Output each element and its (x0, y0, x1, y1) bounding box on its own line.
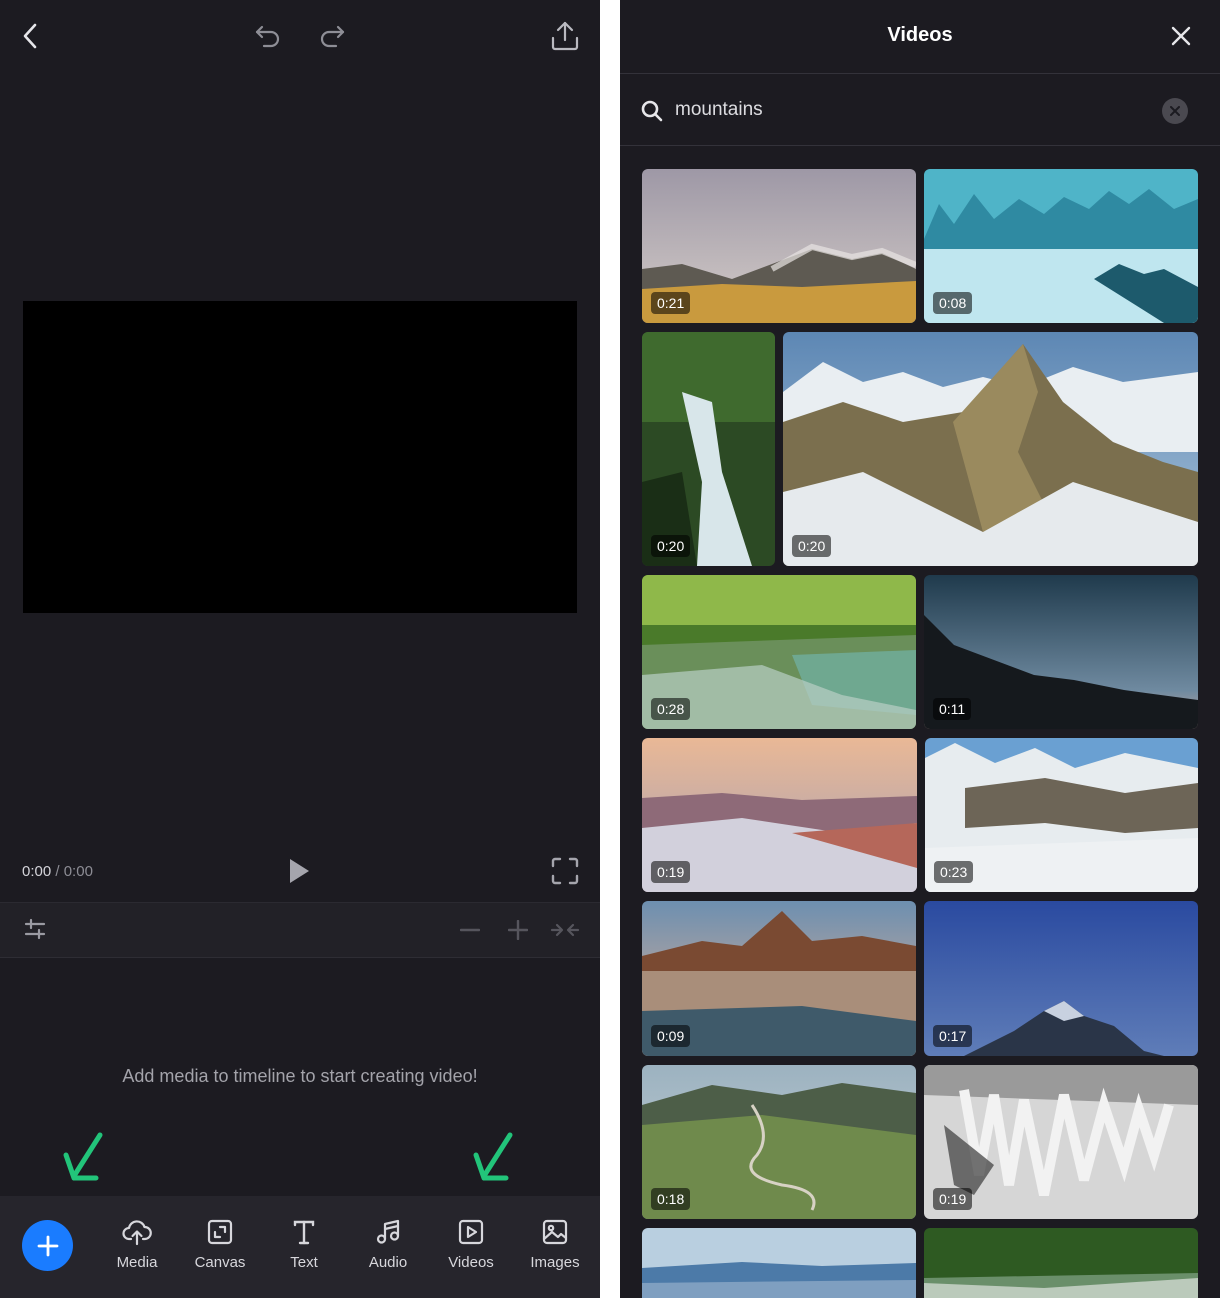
annotation-arrow-videos (470, 1130, 516, 1186)
duration-badge: 0:19 (933, 1188, 973, 1210)
timecode: 0:00 / 0:00 (22, 863, 93, 880)
toolbar-text-button[interactable]: Text (264, 1218, 344, 1274)
video-thumbnail (783, 332, 1198, 566)
header-divider (620, 73, 1220, 74)
video-result-tile[interactable]: 0:17 (924, 901, 1198, 1056)
toolbar-canvas-button[interactable]: Canvas (180, 1218, 260, 1274)
music-note-icon (376, 1219, 400, 1244)
duration-badge: 0:11 (933, 698, 972, 720)
timeline-empty-hint: Add media to timeline to start creating … (122, 1066, 478, 1086)
panel-title: Videos (887, 24, 953, 46)
video-play-icon (458, 1219, 484, 1245)
duration-badge: 0:17 (933, 1025, 973, 1047)
toolbar-videos-label: Videos (448, 1254, 494, 1271)
duration-badge: 0:23 (934, 861, 974, 883)
duration-badge: 0:08 (933, 292, 973, 314)
toolbar-audio-label: Audio (368, 1254, 408, 1271)
videos-panel: Videos mountains 0:21 0:08 0:20 0:20 0:2… (620, 0, 1220, 1298)
undo-icon[interactable] (250, 18, 286, 54)
search-icon (638, 96, 666, 126)
image-icon (542, 1219, 568, 1245)
video-result-tile[interactable]: 0:08 (924, 169, 1198, 323)
duration-badge: 0:21 (651, 292, 691, 314)
toolbar-videos-button[interactable]: Videos (431, 1218, 511, 1274)
video-result-tile[interactable]: 0:19 (642, 738, 917, 892)
duration-badge: 0:28 (651, 698, 691, 720)
timecode-current: 0:00 (22, 863, 52, 880)
duration-badge: 0:20 (792, 535, 832, 557)
add-button[interactable] (22, 1220, 73, 1271)
toolbar-media-button[interactable]: Media (97, 1218, 177, 1274)
timecode-separator: / (51, 863, 64, 880)
toolbar-canvas-label: Canvas (194, 1254, 246, 1271)
video-result-tile[interactable]: 0:21 (642, 169, 916, 323)
toolbar-images-label: Images (530, 1254, 580, 1271)
toolbar-images-button[interactable]: Images (515, 1218, 595, 1274)
video-result-tile[interactable]: 0:18 (642, 1065, 916, 1219)
video-result-tile[interactable] (642, 1228, 916, 1298)
plus-icon (37, 1235, 58, 1256)
duration-badge: 0:09 (651, 1025, 691, 1047)
share-export-icon[interactable] (546, 18, 584, 54)
close-icon[interactable] (1166, 20, 1196, 52)
fullscreen-icon[interactable] (549, 854, 581, 888)
video-thumbnail (642, 1228, 916, 1298)
video-result-tile[interactable]: 0:09 (642, 901, 916, 1056)
video-result-tile[interactable] (924, 1228, 1198, 1298)
editor-pane: 0:00 / 0:00 Add media to timeline to sta… (0, 0, 600, 1298)
search-input[interactable]: mountains (675, 99, 763, 121)
annotation-arrow-add (60, 1130, 106, 1186)
play-icon[interactable] (284, 854, 314, 888)
timecode-total: 0:00 (63, 863, 93, 880)
cloud-upload-icon (122, 1220, 152, 1246)
search-divider (620, 145, 1220, 146)
video-thumbnail (924, 1228, 1198, 1298)
video-result-tile[interactable]: 0:20 (642, 332, 775, 566)
video-preview[interactable] (23, 301, 577, 613)
video-result-tile[interactable]: 0:11 (924, 575, 1198, 729)
video-result-tile[interactable]: 0:23 (925, 738, 1198, 892)
back-icon[interactable] (14, 20, 46, 52)
duration-badge: 0:20 (651, 535, 691, 557)
duration-badge: 0:19 (651, 861, 691, 883)
clear-x-icon (1170, 106, 1180, 116)
clear-search-button[interactable] (1162, 98, 1188, 124)
video-result-tile[interactable]: 0:20 (783, 332, 1198, 566)
redo-icon[interactable] (314, 18, 350, 54)
toolbar-audio-button[interactable]: Audio (348, 1218, 428, 1274)
video-result-tile[interactable]: 0:19 (924, 1065, 1198, 1219)
fit-timeline-icon[interactable] (549, 918, 581, 942)
zoom-out-icon[interactable] (458, 918, 482, 942)
toolbar-media-label: Media (116, 1254, 158, 1271)
video-thumbnail (642, 332, 775, 566)
video-result-tile[interactable]: 0:28 (642, 575, 916, 729)
text-icon (293, 1220, 315, 1245)
duration-badge: 0:18 (651, 1188, 691, 1210)
zoom-in-icon[interactable] (506, 918, 530, 942)
canvas-resize-icon (207, 1219, 233, 1245)
toolbar-text-label: Text (290, 1254, 318, 1271)
adjust-sliders-icon[interactable] (22, 916, 48, 942)
